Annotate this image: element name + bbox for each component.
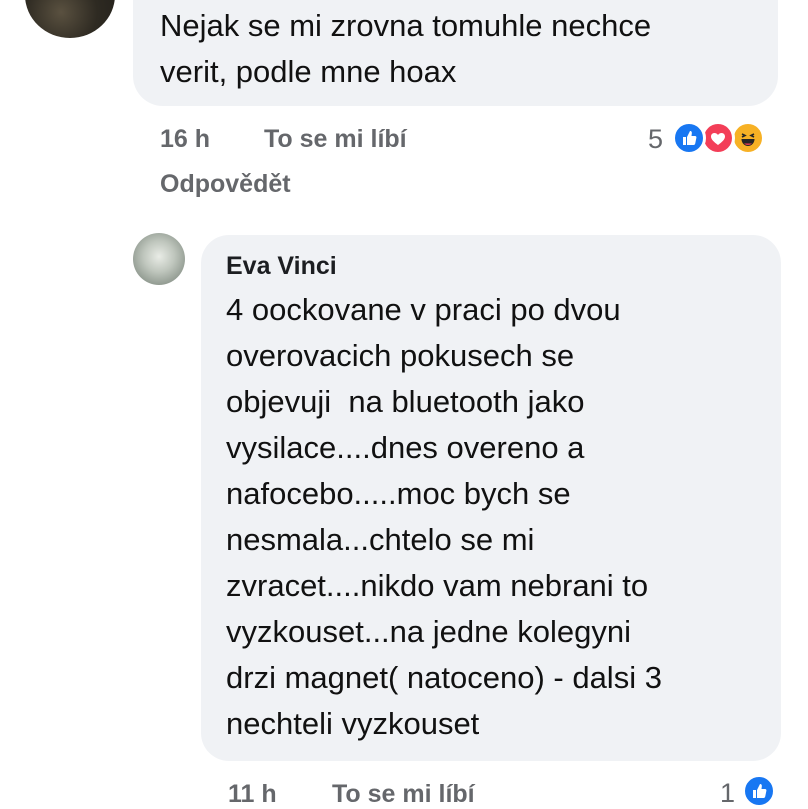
comment-timestamp[interactable]: 16 h [160,125,210,154]
haha-icon[interactable] [731,121,765,155]
like-icon[interactable] [672,121,706,155]
like-icon[interactable] [742,774,776,808]
reaction-count[interactable]: 1 [720,778,735,809]
comment-text: 4 oockovane v praci po dvou overovacich … [226,292,662,741]
like-button[interactable]: To se mi líbí [332,780,475,809]
like-button[interactable]: To se mi líbí [264,125,407,154]
reply-button[interactable]: Odpovědět [160,170,291,199]
commenter-avatar[interactable] [25,0,115,38]
comment-text: Nejak se mi zrovna tomuhle nechce verit,… [160,8,652,89]
comment-author[interactable]: Eva Vinci [226,252,337,281]
reaction-count[interactable]: 5 [648,124,663,155]
commenter-avatar[interactable] [133,233,185,285]
love-icon[interactable] [701,121,735,155]
comment-timestamp[interactable]: 11 h [228,780,277,809]
